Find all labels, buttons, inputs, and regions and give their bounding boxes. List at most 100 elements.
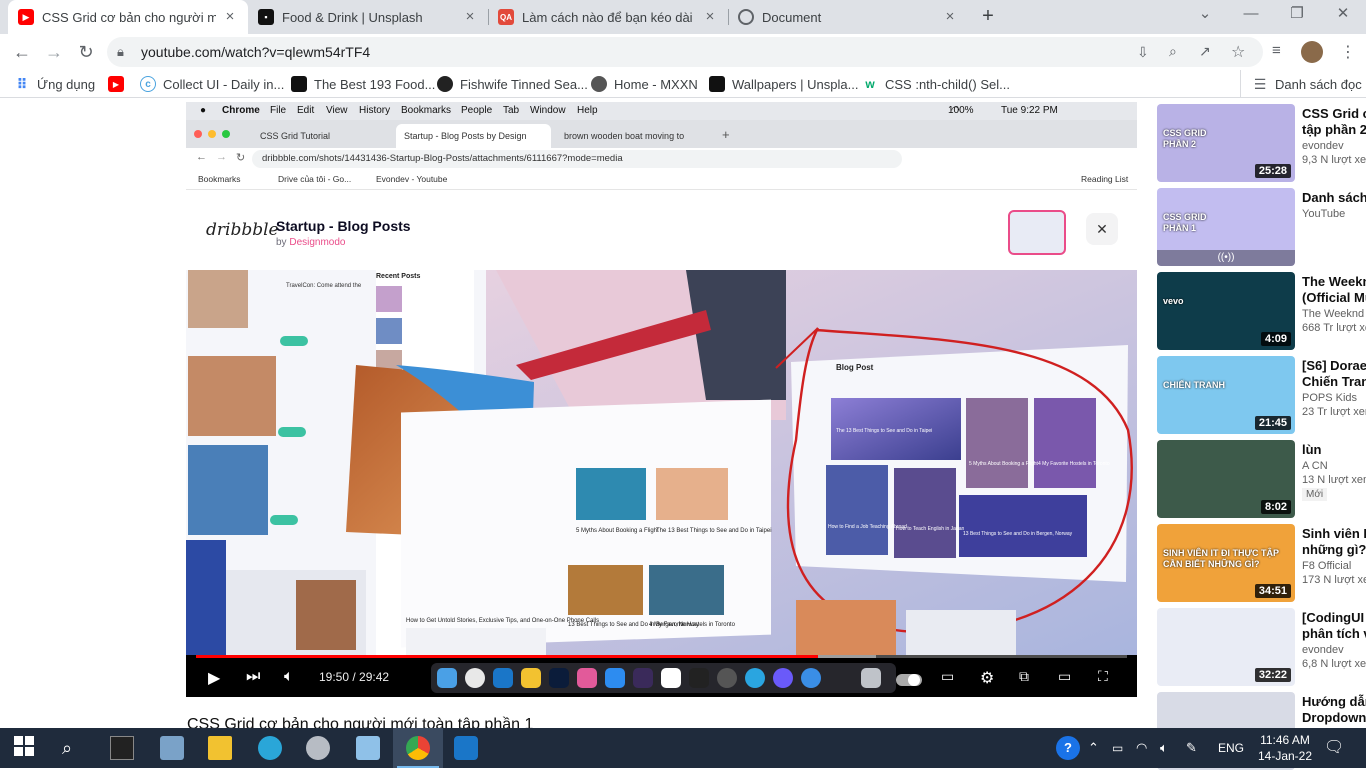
lock-icon[interactable]: 🔒︎ [117,44,124,60]
recommendation-title[interactable]: The Weeknd (Official Mus [1302,274,1366,306]
recommendation-title[interactable]: lùn [1302,442,1366,458]
zoom-icon[interactable]: ⌕ [1169,43,1177,60]
speaker-icon[interactable]: 🔈︎ [1160,736,1184,760]
recommendation-item[interactable]: CHIẾN TRANH 21:45 [S6] Doraem Chiến Tranh P… [1157,356,1366,434]
recommendation-title[interactable]: Sinh viên IT những gì? | Đ [1302,526,1366,558]
edge-icon[interactable] [258,736,282,760]
language-indicator[interactable]: ENG [1218,741,1244,755]
channel-name[interactable]: F8 Official [1302,560,1366,572]
video-thumbnail[interactable]: CSS GRID PHẦN 2 25:28 [1157,104,1295,182]
recommendation-item[interactable]: CSS GRID PHẦN 2 25:28 CSS Grid c tập phần … [1157,104,1366,182]
menu-icon[interactable]: ⋮ [1340,42,1356,62]
recommendation-title[interactable]: CSS Grid c tập phần 2 [1302,106,1366,138]
install-icon[interactable]: ⇩ [1137,44,1149,61]
recommendation-item[interactable]: vevo 4:09 The Weeknd (Official Mus The Week… [1157,272,1366,350]
play-icon[interactable]: ▶ [208,668,220,688]
bookmark-collectui[interactable]: c Collect UI - Daily in... [140,76,284,92]
next-icon[interactable]: ⏭︎ [246,668,260,686]
tab-document[interactable]: Document × [728,0,968,34]
app-icon[interactable] [356,736,380,760]
close-icon[interactable]: × [462,9,478,25]
recommendation-item[interactable]: CSS GRID PHẦN 1 ((•)) Danh sách k YouTube [1157,188,1366,266]
menu-window: Window [530,105,566,116]
fullscreen-icon[interactable]: ⛶ [1098,668,1108,685]
chevron-up-icon[interactable]: ⌃ [1088,736,1112,760]
recommendation-item[interactable]: 32:22 [CodingUI Se phân tích và evondev 6,8… [1157,608,1366,686]
theater-mode-icon[interactable]: ▭ [1058,668,1071,685]
bookmark-wallpapers[interactable]: Wallpapers | Unspla... [709,76,858,92]
close-icon[interactable]: × [222,9,238,25]
back-button[interactable]: ← [8,38,36,66]
url-text[interactable]: youtube.com/watch?v=qlewm54rTF4 [141,44,370,60]
video-thumbnail[interactable]: CHIẾN TRANH 21:45 [1157,356,1295,434]
qa-icon: QA [498,9,514,25]
address-bar[interactable]: 🔒︎ youtube.com/watch?v=qlewm54rTF4 ⇩ ⌕ ↗… [107,37,1263,67]
chrome-icon[interactable] [406,736,430,760]
minimize-button[interactable]: — [1228,0,1274,30]
bookmark-apps[interactable]: ⠿ Ứng dụng [14,76,96,92]
tab-qa[interactable]: QA Làm cách nào để bạn kéo dài hìn × [488,0,728,34]
help-icon[interactable]: ? [1056,736,1080,760]
settings-icon[interactable]: ⚙ [980,668,994,688]
progress-bar[interactable] [196,655,1127,658]
video-thumbnail[interactable]: SINH VIÊN IT ĐI THỰC TẬP CẦN BIẾT NHỮNG … [1157,524,1295,602]
close-window-button[interactable]: ✕ [1320,0,1366,30]
miniplayer-icon[interactable]: ⧉ [1019,668,1029,685]
restore-button[interactable]: ❐ [1274,0,1320,30]
battery-icon[interactable]: ▭ [1112,736,1136,760]
video-thumbnail[interactable]: vevo 4:09 [1157,272,1295,350]
bookmark-youtube[interactable]: ▶ [108,76,131,92]
card-1-text: 5 Myths About Booking a Flight [576,528,659,534]
subtitles-icon[interactable]: ▭ [941,668,954,685]
mac-zoom-dot [222,130,230,138]
clock[interactable]: 11:46 AM 14-Jan-22 [1255,732,1315,764]
search-icon[interactable]: ⌕ [62,736,86,760]
video-thumbnail[interactable]: 32:22 [1157,608,1295,686]
card-4-text: 4 My Favorite Hostels in Toronto [649,622,736,628]
media-control-icon[interactable]: ≡ [1272,42,1281,59]
channel-name[interactable]: The Weeknd [1302,308,1366,320]
close-icon[interactable]: × [942,9,958,25]
photoshop-icon [549,668,569,688]
app-icon[interactable] [160,736,184,760]
recommendation-title[interactable]: [CodingUI Se phân tích và [1302,610,1366,642]
file-explorer-icon[interactable] [208,736,232,760]
volume-icon[interactable]: 🔈︎ [284,668,294,686]
notifications-icon[interactable]: 🗨︎ [1324,736,1348,760]
recommendation-item[interactable]: 8:02 lùn A CN 13 N lượt xem Mới [1157,440,1366,518]
bookmark-star-icon[interactable]: ☆ [1231,42,1245,62]
reading-list-button[interactable]: ☰ Danh sách đọc [1252,76,1362,92]
new-tab-button[interactable]: + [976,4,1000,28]
channel-name[interactable]: YouTube [1302,208,1366,220]
reload-button[interactable]: ↻ [72,38,100,66]
channel-name[interactable]: POPS Kids [1302,392,1366,404]
wifi-icon[interactable]: ◠ [1136,736,1160,760]
recommendation-item[interactable]: SINH VIÊN IT ĐI THỰC TẬP CẦN BIẾT NHỮNG … [1157,524,1366,602]
autoplay-toggle[interactable] [896,674,922,686]
recommendation-title[interactable]: Hướng dẫn c Dropdown cu [1302,694,1366,726]
vscode-icon[interactable] [454,736,478,760]
close-icon[interactable]: × [702,9,718,25]
terminal-icon[interactable] [110,736,134,760]
forward-button[interactable]: → [40,38,68,66]
bookmark-fishwife[interactable]: Fishwife Tinned Sea... [437,76,588,92]
bookmark-nth-child[interactable]: w CSS :nth-child() Sel... [862,76,1010,92]
pen-icon[interactable]: ✎ [1186,736,1210,760]
windows-start-icon[interactable] [14,736,38,760]
avatar[interactable] [1301,41,1323,63]
video-thumbnail[interactable]: 8:02 [1157,440,1295,518]
tab-youtube[interactable]: ▶ CSS Grid cơ bản cho người mới t × [8,0,248,34]
tab-unsplash[interactable]: ▪ Food & Drink | Unsplash × [248,0,488,34]
video-player[interactable]: ● Chrome File Edit View History Bookmark… [186,102,1137,697]
recommendation-title[interactable]: Danh sách k [1302,190,1366,206]
video-thumbnail[interactable]: CSS GRID PHẦN 1 ((•)) [1157,188,1295,266]
recommendation-title[interactable]: [S6] Doraem Chiến Tranh [1302,358,1366,390]
channel-name[interactable]: A CN [1302,460,1366,472]
tab-search-icon[interactable]: ⌄ [1182,0,1228,30]
share-icon[interactable]: ↗ [1199,43,1211,60]
app-icon[interactable] [306,736,330,760]
channel-name[interactable]: evondev [1302,644,1366,656]
bookmark-mxxn[interactable]: Home - MXXN [591,76,698,92]
bookmark-food[interactable]: The Best 193 Food... [291,76,435,92]
channel-name[interactable]: evondev [1302,140,1366,152]
